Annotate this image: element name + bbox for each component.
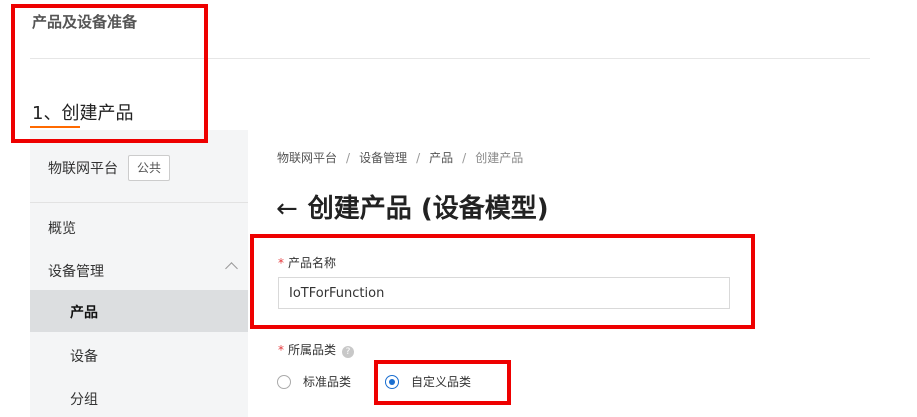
sidebar-item-products-highlight[interactable] xyxy=(30,290,248,332)
breadcrumb-separator: / xyxy=(462,151,467,165)
sidebar-item-groups[interactable]: 分组 xyxy=(70,389,98,409)
breadcrumb-create-product: 创建产品 xyxy=(475,151,524,165)
breadcrumb-iot-platform[interactable]: 物联网平台 xyxy=(277,151,337,165)
sidebar-item-products[interactable]: 产品 xyxy=(70,302,98,322)
annotation-highlight-box xyxy=(250,234,755,329)
breadcrumb-separator: / xyxy=(346,151,351,165)
radio-unchecked-icon[interactable] xyxy=(277,374,291,389)
breadcrumb: 物联网平台 / 设备管理 / 产品 / 创建产品 xyxy=(277,149,523,166)
radio-label-standard-category[interactable]: 标准品类 xyxy=(303,373,351,390)
breadcrumb-separator: / xyxy=(416,151,421,165)
sidebar-item-device-management[interactable]: 设备管理 xyxy=(48,261,104,281)
page-title-text: 创建产品 (设备模型) xyxy=(307,194,549,224)
annotation-highlight-box xyxy=(374,360,511,405)
breadcrumb-products[interactable]: 产品 xyxy=(429,151,453,165)
category-label-text: 所属品类 xyxy=(288,343,337,357)
sidebar-divider xyxy=(30,202,248,203)
annotation-highlight-box xyxy=(11,4,208,143)
breadcrumb-device-management[interactable]: 设备管理 xyxy=(359,151,407,165)
page-title: ← 创建产品 (设备模型) xyxy=(276,188,549,225)
back-arrow-icon[interactable]: ← xyxy=(276,194,298,224)
sidebar-instance-badge[interactable]: 公共 xyxy=(128,155,171,181)
sidebar-item-devices[interactable]: 设备 xyxy=(70,346,98,366)
required-mark: * xyxy=(278,343,284,357)
help-icon[interactable]: ? xyxy=(342,346,355,358)
sidebar-title[interactable]: 物联网平台 xyxy=(48,158,118,178)
category-label: * 所属品类? xyxy=(278,341,355,358)
radio-option-standard-category[interactable]: 标准品类 xyxy=(277,373,351,390)
sidebar-item-overview[interactable]: 概览 xyxy=(48,218,76,238)
